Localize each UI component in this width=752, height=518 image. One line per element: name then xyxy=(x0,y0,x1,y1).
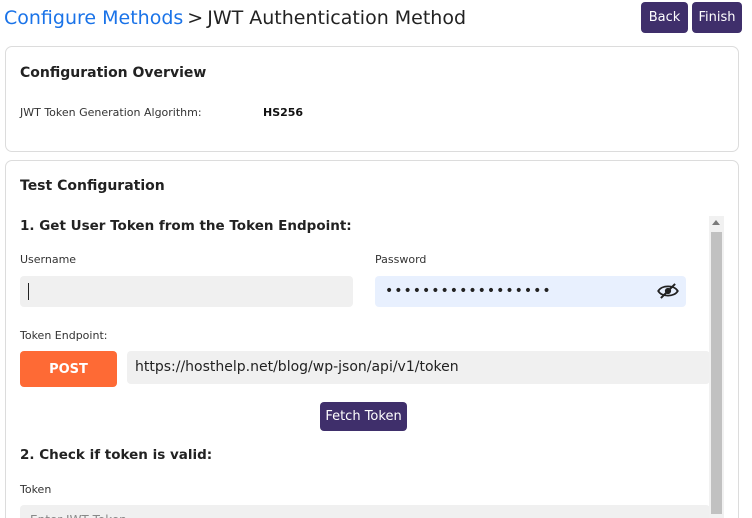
vertical-scrollbar[interactable] xyxy=(709,216,724,518)
breadcrumb-configure-methods-link[interactable]: Configure Methods xyxy=(4,7,183,29)
scrollbar-thumb[interactable] xyxy=(711,232,722,514)
token-endpoint-url-field[interactable]: https://hosthelp.net/blog/wp-json/api/v1… xyxy=(127,351,710,384)
eye-slash-icon[interactable] xyxy=(657,283,679,299)
test-configuration-card: Test Configuration 1. Get User Token fro… xyxy=(5,160,739,518)
step1-title: 1. Get User Token from the Token Endpoin… xyxy=(20,218,352,234)
test-configuration-title: Test Configuration xyxy=(20,178,165,194)
token-label: Token xyxy=(20,483,52,496)
overview-title: Configuration Overview xyxy=(20,65,207,81)
page-title: Configure Methods > JWT Authentication Met… xyxy=(4,6,466,30)
text-caret xyxy=(28,283,29,300)
password-input[interactable]: •••••••••••••••••• xyxy=(375,276,686,307)
algorithm-label: JWT Token Generation Algorithm: xyxy=(20,106,202,119)
back-button[interactable]: Back xyxy=(641,2,688,33)
page-header: Configure Methods > JWT Authentication Met… xyxy=(4,2,748,33)
fetch-token-button[interactable]: Fetch Token xyxy=(320,402,407,431)
http-method-post-button[interactable]: POST xyxy=(20,351,117,387)
finish-button[interactable]: Finish xyxy=(692,2,742,33)
password-label: Password xyxy=(375,253,427,266)
username-input[interactable] xyxy=(20,276,353,307)
breadcrumb-current: JWT Authentication Method xyxy=(207,7,467,29)
breadcrumb-separator: > xyxy=(187,7,204,29)
step2-title: 2. Check if token is valid: xyxy=(20,447,213,463)
token-input[interactable]: Enter JWT Token xyxy=(20,505,710,518)
configuration-overview-card: Configuration Overview JWT Token Generat… xyxy=(5,46,739,152)
username-label: Username xyxy=(20,253,77,266)
algorithm-value: HS256 xyxy=(263,106,304,119)
token-endpoint-label: Token Endpoint: xyxy=(20,329,108,342)
scroll-up-arrow-icon[interactable] xyxy=(712,220,720,225)
